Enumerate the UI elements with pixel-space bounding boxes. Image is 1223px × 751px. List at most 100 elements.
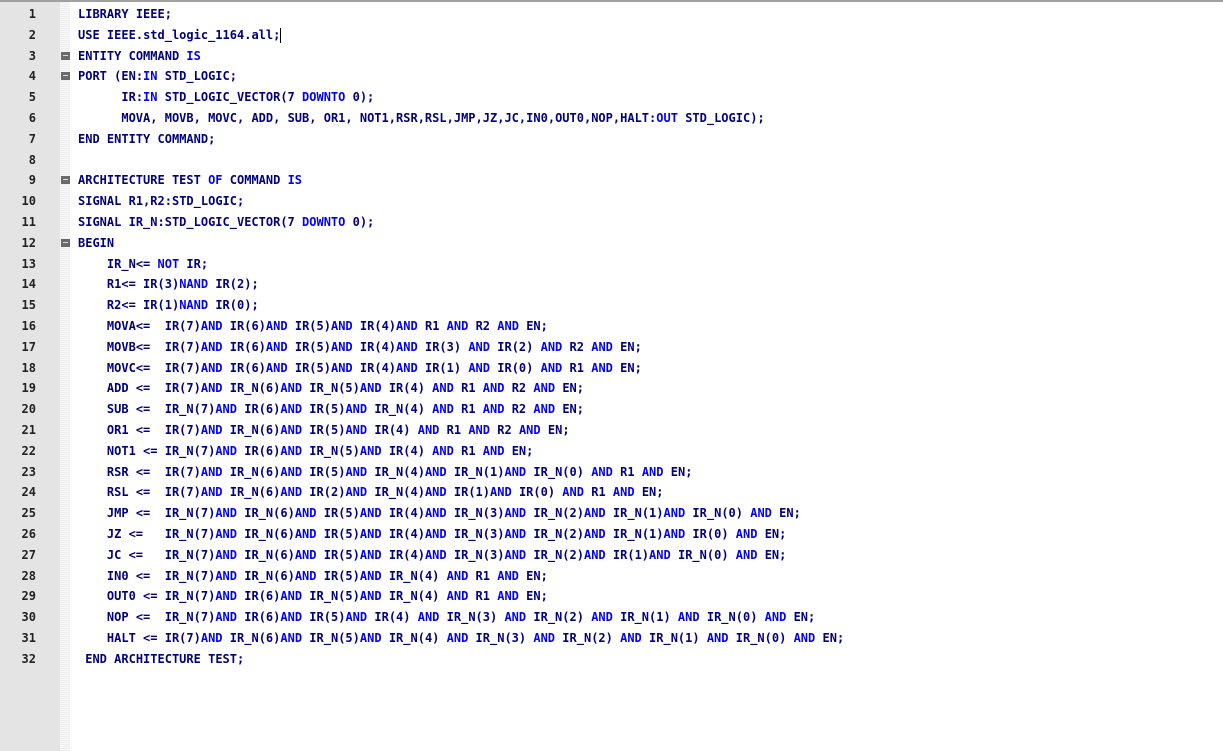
code-text: JMP <= IR_N(7)AND IR_N(6)AND IR(5)AND IR…: [106, 506, 801, 521]
line-number: 27: [21, 547, 36, 562]
line-number: 17: [21, 339, 36, 354]
line-number: 3: [28, 48, 36, 63]
code-text: END ENTITY COMMAND;: [78, 131, 216, 146]
line-number: 15: [21, 298, 36, 313]
fold-toggle-icon[interactable]: [61, 51, 70, 60]
fold-toggle-icon[interactable]: [61, 176, 70, 185]
line-number: 30: [21, 610, 36, 625]
code-text: OUT0 <= IR_N(7)AND IR(6)AND IR_N(5)AND I…: [106, 589, 548, 604]
code-line[interactable]: 5 IR:IN STD_LOGIC_VECTOR(7 DOWNTO 0);: [0, 87, 1223, 108]
code-line[interactable]: 1 LIBRARY IEEE;: [0, 4, 1223, 25]
code-line[interactable]: 4 PORT (EN:IN STD_LOGIC;: [0, 66, 1223, 87]
code-text: BEGIN: [78, 235, 115, 250]
code-line[interactable]: 30 NOP <= IR_N(7)AND IR(6)AND IR(5)AND I…: [0, 607, 1223, 628]
line-number: 9: [28, 173, 36, 188]
code-text: SUB <= IR_N(7)AND IR(6)AND IR(5)AND IR_N…: [106, 402, 584, 417]
code-text: JC <= IR_N(7)AND IR_N(6)AND IR(5)AND IR(…: [106, 547, 787, 562]
line-number: 16: [21, 318, 36, 333]
fold-toggle-icon[interactable]: [61, 72, 70, 81]
code-line[interactable]: 23 RSR <= IR(7)AND IR_N(6)AND IR(5)AND I…: [0, 462, 1223, 483]
code-text: IN0 <= IR_N(7)AND IR_N(6)AND IR(5)AND IR…: [106, 568, 548, 583]
code-line[interactable]: 8: [0, 150, 1223, 171]
code-line[interactable]: 32 END ARCHITECTURE TEST;: [0, 649, 1223, 670]
code-line[interactable]: 14 R1<= IR(3)NAND IR(2);: [0, 274, 1223, 295]
code-line[interactable]: 21 OR1 <= IR(7)AND IR_N(6)AND IR(5)AND I…: [0, 420, 1223, 441]
line-number: 2: [28, 27, 36, 42]
line-number: 26: [21, 526, 36, 541]
code-line[interactable]: 20 SUB <= IR_N(7)AND IR(6)AND IR(5)AND I…: [0, 399, 1223, 420]
code-line[interactable]: 6 MOVA, MOVB, MOVC, ADD, SUB, OR1, NOT1,…: [0, 108, 1223, 129]
fold-toggle-icon[interactable]: [61, 238, 70, 247]
code-line[interactable]: 13 IR_N<= NOT IR;: [0, 254, 1223, 275]
code-text: IR_N<= NOT IR;: [106, 256, 209, 271]
line-number: 10: [21, 194, 36, 209]
code-line[interactable]: 28 IN0 <= IR_N(7)AND IR_N(6)AND IR(5)AND…: [0, 566, 1223, 587]
code-text: NOP <= IR_N(7)AND IR(6)AND IR(5)AND IR(4…: [106, 610, 816, 625]
line-number: 11: [21, 214, 36, 229]
line-number: 19: [21, 381, 36, 396]
code-line[interactable]: 27 JC <= IR_N(7)AND IR_N(6)AND IR(5)AND …: [0, 545, 1223, 566]
code-text: MOVC<= IR(7)AND IR(6)AND IR(5)AND IR(4)A…: [106, 360, 642, 375]
code-line[interactable]: 7 END ENTITY COMMAND;: [0, 129, 1223, 150]
line-number: 13: [21, 256, 36, 271]
line-number: 4: [28, 69, 36, 84]
code-text: OR1 <= IR(7)AND IR_N(6)AND IR(5)AND IR(4…: [106, 422, 570, 437]
line-number: 8: [28, 152, 36, 167]
code-text: NOT1 <= IR_N(7)AND IR(6)AND IR_N(5)AND I…: [106, 443, 534, 458]
code-text: JZ <= IR_N(7)AND IR_N(6)AND IR(5)AND IR(…: [106, 526, 787, 541]
code-text: ADD <= IR(7)AND IR_N(6)AND IR_N(5)AND IR…: [106, 381, 584, 396]
code-line[interactable]: 11 SIGNAL IR_N:STD_LOGIC_VECTOR(7 DOWNTO …: [0, 212, 1223, 233]
line-number: 25: [21, 506, 36, 521]
code-text: PORT (EN:IN STD_LOGIC;: [78, 69, 237, 84]
code-text: MOVA, MOVB, MOVC, ADD, SUB, OR1, NOT1,RS…: [121, 110, 765, 125]
code-line[interactable]: 22 NOT1 <= IR_N(7)AND IR(6)AND IR_N(5)AN…: [0, 441, 1223, 462]
code-line[interactable]: 17 MOVB<= IR(7)AND IR(6)AND IR(5)AND IR(…: [0, 337, 1223, 358]
code-line[interactable]: 24 RSL <= IR(7)AND IR_N(6)AND IR(2)AND I…: [0, 482, 1223, 503]
code-text: SIGNAL R1,R2:STD_LOGIC;: [78, 194, 245, 209]
code-line[interactable]: 2 USE IEEE.std_logic_1164.all;: [0, 25, 1223, 46]
code-line[interactable]: 18 MOVC<= IR(7)AND IR(6)AND IR(5)AND IR(…: [0, 358, 1223, 379]
code-line[interactable]: 3 ENTITY COMMAND IS: [0, 46, 1223, 67]
code-text: ENTITY COMMAND IS: [78, 48, 201, 63]
line-number: 28: [21, 568, 36, 583]
line-number: 1: [28, 7, 36, 21]
code-line[interactable]: 12 BEGIN: [0, 233, 1223, 254]
code-line[interactable]: 9 ARCHITECTURE TEST OF COMMAND IS: [0, 170, 1223, 191]
code-line[interactable]: 29 OUT0 <= IR_N(7)AND IR(6)AND IR_N(5)AN…: [0, 586, 1223, 607]
code-text: HALT <= IR(7)AND IR_N(6)AND IR_N(5)AND I…: [106, 630, 845, 645]
code-line[interactable]: 15 R2<= IR(1)NAND IR(0);: [0, 295, 1223, 316]
code-text: IR:IN STD_LOGIC_VECTOR(7 DOWNTO 0);: [121, 90, 375, 105]
code-line[interactable]: 10 SIGNAL R1,R2:STD_LOGIC;: [0, 191, 1223, 212]
line-number: 20: [21, 402, 36, 417]
code-editor[interactable]: 1 LIBRARY IEEE; 2 USE IEEE.std_logic_1164.a…: [0, 0, 1223, 751]
code-line[interactable]: 19 ADD <= IR(7)AND IR_N(6)AND IR_N(5)AND…: [0, 378, 1223, 399]
code-lines[interactable]: 1 LIBRARY IEEE; 2 USE IEEE.std_logic_1164.a…: [0, 4, 1223, 670]
code-text: SIGNAL IR_N:STD_LOGIC_VECTOR(7 DOWNTO 0)…: [78, 214, 375, 229]
line-number: 18: [21, 360, 36, 375]
code-line[interactable]: 16 MOVA<= IR(7)AND IR(6)AND IR(5)AND IR(…: [0, 316, 1223, 337]
code-line[interactable]: 26 JZ <= IR_N(7)AND IR_N(6)AND IR(5)AND …: [0, 524, 1223, 545]
code-line[interactable]: 31 HALT <= IR(7)AND IR_N(6)AND IR_N(5)AN…: [0, 628, 1223, 649]
text-cursor: [280, 27, 282, 43]
code-line[interactable]: 25 JMP <= IR_N(7)AND IR_N(6)AND IR(5)AND…: [0, 503, 1223, 524]
